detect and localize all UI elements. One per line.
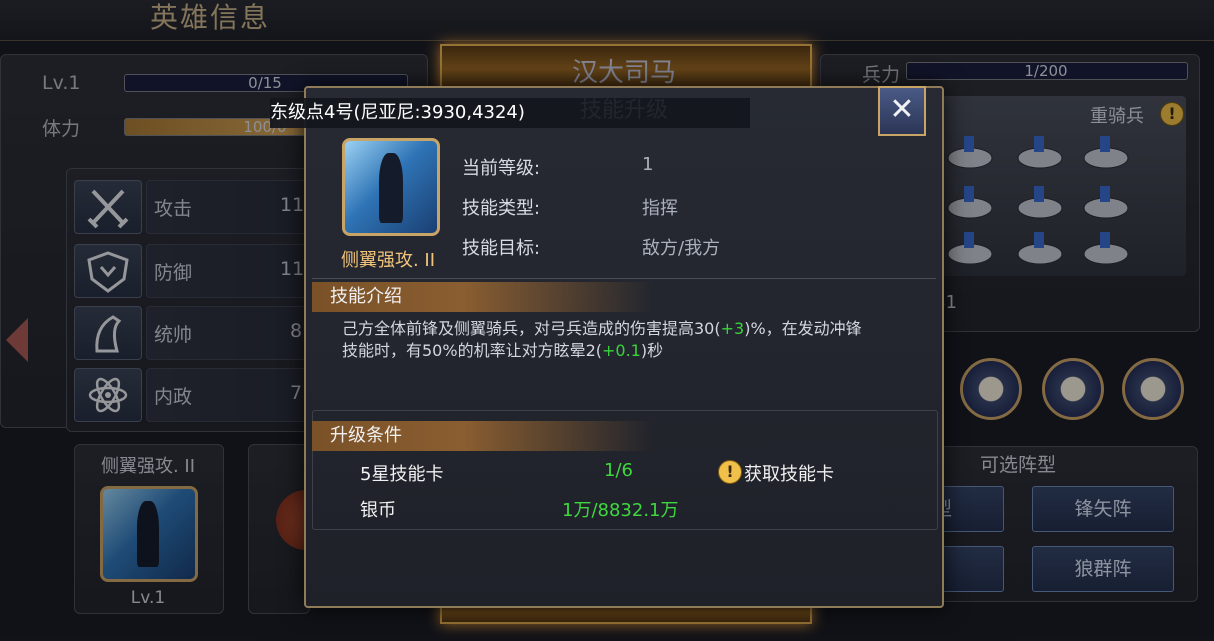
info-value: 指挥 (642, 198, 678, 219)
skill-name: 侧翼强攻. II (340, 250, 436, 271)
desc-bonus: +0.1 (602, 341, 641, 360)
info-label: 当前等级: (462, 158, 541, 179)
desc-bonus: +3 (720, 319, 745, 338)
info-value: 1 (642, 154, 654, 175)
condition-amount: 1/6 (604, 460, 633, 481)
skill-upgrade-dialog: 技能升级 ✕ 侧翼强攻. II 当前等级: 1 技能类型: 指挥 技能目标: 敌… (304, 86, 944, 608)
info-value: 敌方/我方 (642, 238, 721, 259)
get-skill-card-link[interactable]: 获取技能卡 (744, 460, 834, 486)
skill-description: 己方全体前锋及侧翼骑兵，对弓兵造成的伤害提高30(+3)%，在发动冲锋 技能时，… (342, 318, 932, 362)
condition-item: 5星技能卡 (360, 464, 444, 485)
skill-card-image (342, 138, 440, 236)
desc-text: )%，在发动冲锋 (744, 319, 862, 338)
upgrade-section-header: 升级条件 (312, 421, 690, 451)
info-label: 技能类型: (462, 198, 541, 219)
condition-amount: 1万/8832.1万 (562, 500, 679, 521)
condition-item: 银币 (360, 500, 396, 521)
desc-text: 技能时，有50%的机率让对方眩晕2( (342, 341, 602, 360)
info-label: 技能目标: (462, 238, 541, 259)
divider (312, 278, 936, 279)
desc-text: 己方全体前锋及侧翼骑兵，对弓兵造成的伤害提高30( (342, 319, 721, 338)
close-button[interactable]: ✕ (878, 86, 926, 136)
intro-section-header: 技能介绍 (312, 282, 690, 312)
desc-text: )秒 (640, 341, 664, 360)
location-tooltip: 东级点4号(尼亚尼:3930,4324) (270, 98, 750, 128)
info-icon: ! (718, 460, 742, 484)
